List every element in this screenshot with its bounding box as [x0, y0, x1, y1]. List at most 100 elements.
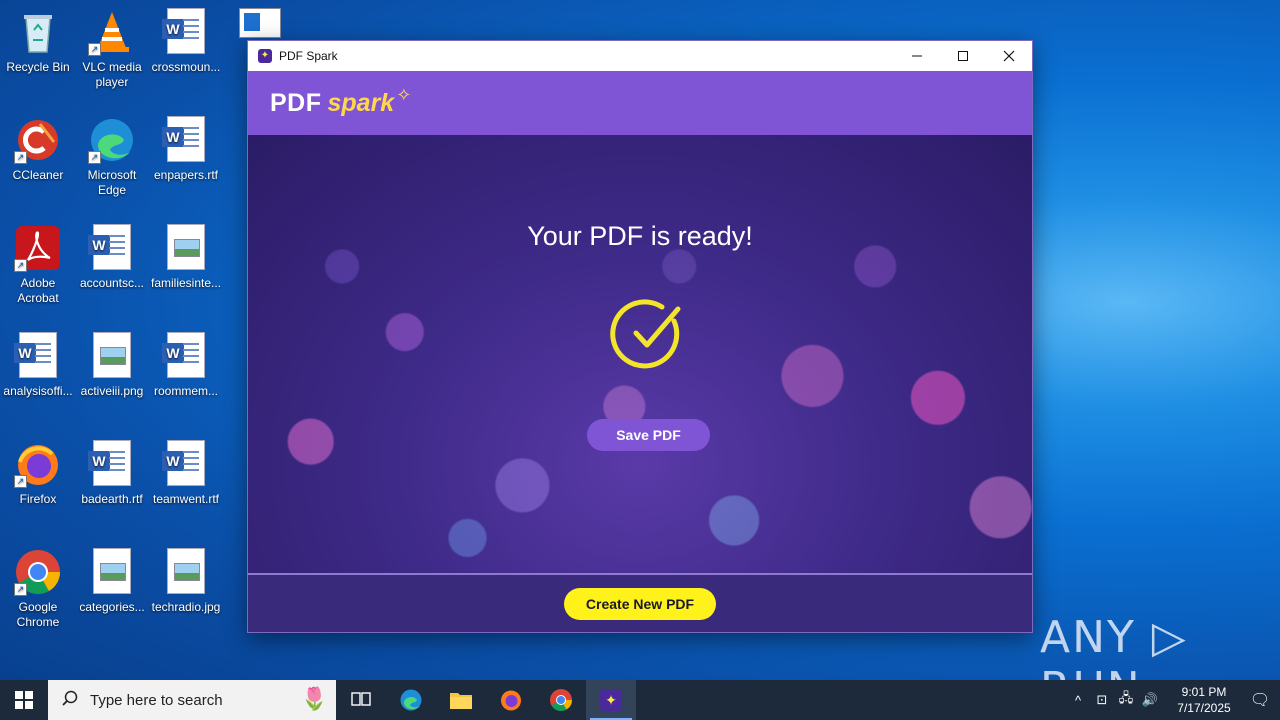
desktop-icon-teamwent[interactable]: teamwent.rtf — [148, 440, 224, 507]
taskbar-file-explorer[interactable] — [436, 680, 486, 720]
desktop-icon-ccleaner[interactable]: ↗ CCleaner — [0, 116, 76, 183]
word-document-icon — [88, 224, 136, 272]
shortcut-arrow-icon: ↗ — [14, 151, 27, 164]
window-footer: Create New PDF — [248, 573, 1032, 632]
pdf-spark-icon: ✦ — [600, 689, 622, 711]
chevron-up-icon[interactable]: ^ — [1066, 693, 1090, 708]
svg-text:✦: ✦ — [605, 693, 617, 709]
shortcut-arrow-icon: ↗ — [14, 475, 27, 488]
logo-spark-text: spark — [327, 88, 395, 117]
desktop-icon-label: activeiii.png — [80, 384, 144, 398]
close-button[interactable] — [986, 41, 1032, 71]
desktop-icon-google-chrome[interactable]: ↗ Google Chrome — [0, 548, 76, 630]
desktop-icon-categories[interactable]: categories... — [74, 548, 150, 615]
taskbar-search-box[interactable]: Type here to search 🌷 — [48, 680, 336, 720]
desktop-icon-recycle-bin[interactable]: Recycle Bin — [0, 8, 76, 75]
desktop-icon-label: categories... — [79, 600, 145, 614]
desktop-icon-label: analysisoffi... — [3, 384, 73, 398]
desktop-icon-familiesinte[interactable]: familiesinte... — [148, 224, 224, 291]
maximize-icon — [958, 51, 968, 61]
firefox-icon: ↗ — [14, 440, 62, 488]
minimize-icon — [912, 55, 922, 57]
desktop-icon-label: Google Chrome — [16, 600, 60, 629]
desktop-icon-label: Adobe Acrobat — [17, 276, 59, 305]
desktop-icon-badearth[interactable]: badearth.rtf — [74, 440, 150, 507]
notification-icon[interactable]: 🗨 — [1240, 690, 1280, 710]
pdf-spark-app-icon: ✦ — [258, 49, 272, 63]
recycle-bin-icon — [14, 8, 62, 56]
adobe-acrobat-icon: ↗ — [14, 224, 62, 272]
desktop-icon-accountsc[interactable]: accountsc... — [74, 224, 150, 291]
chrome-icon: ↗ — [14, 548, 62, 596]
image-file-icon — [88, 332, 136, 380]
folder-icon — [450, 693, 472, 709]
taskbar-edge[interactable] — [386, 680, 436, 720]
windows-logo-icon — [15, 691, 33, 709]
clock-time: 9:01 PM — [1181, 685, 1227, 699]
taskbar: Type here to search 🌷 ✦ ^ ⊡ 🖧 🔊 9:01 PM … — [0, 680, 1280, 720]
desktop-icon-label: familiesinte... — [150, 276, 222, 290]
taskbar-firefox[interactable] — [486, 680, 536, 720]
network-icon[interactable]: 🖧 — [1114, 689, 1138, 711]
desktop-icon-adobe-acrobat[interactable]: ↗ Adobe Acrobat — [0, 224, 76, 306]
result-stage: Your PDF is ready! Save PDF — [248, 135, 1032, 573]
search-icon — [62, 690, 78, 711]
desktop-icon-firefox[interactable]: ↗ Firefox — [0, 440, 76, 507]
taskbar-chrome[interactable] — [536, 680, 586, 720]
app-header: PDF spark ✧ — [248, 71, 1032, 135]
desktop-icon-label: VLC media player — [82, 60, 142, 89]
desktop-icon-techradio[interactable]: techradio.jpg — [148, 548, 224, 615]
meet-now-icon[interactable]: ⊡ — [1090, 692, 1114, 708]
search-placeholder: Type here to search — [90, 691, 223, 709]
firefox-icon — [501, 690, 521, 711]
edge-icon: ↗ — [88, 116, 136, 164]
sparkle-icon: ✧ — [396, 84, 412, 105]
maximize-button[interactable] — [940, 41, 986, 71]
desktop-icon-label: enpapers.rtf — [153, 168, 219, 182]
task-view-button[interactable] — [336, 680, 386, 720]
clock-date: 7/17/2025 — [1177, 701, 1231, 715]
vlc-cone-icon: ↗ — [88, 8, 136, 56]
word-document-icon — [162, 116, 210, 164]
flowers-decoration-icon: 🌷 — [300, 686, 328, 711]
minimize-button[interactable] — [894, 41, 940, 71]
desktop-icon-label: Firefox — [19, 492, 57, 506]
window-title: PDF Spark — [279, 49, 338, 63]
desktop-icon-label: crossmoun... — [151, 60, 221, 74]
taskbar-pdf-spark[interactable]: ✦ — [586, 680, 636, 720]
desktop-icon-label: badearth.rtf — [81, 492, 143, 506]
create-new-pdf-button[interactable]: Create New PDF — [564, 587, 716, 620]
desktop-icon-activeiii[interactable]: activeiii.png — [74, 332, 150, 399]
checkmark-circle-icon — [610, 297, 686, 373]
system-tray: ^ ⊡ 🖧 🔊 9:01 PM 7/17/2025 🗨 — [1066, 680, 1280, 720]
edge-icon — [400, 689, 422, 711]
shortcut-arrow-icon: ↗ — [14, 259, 27, 272]
desktop-icon-label: roommem... — [153, 384, 218, 398]
desktop-icon-roommem[interactable]: roommem... — [148, 332, 224, 399]
desktop-icon-label: accountsc... — [79, 276, 145, 290]
window-titlebar[interactable]: ✦ PDF Spark — [248, 41, 1032, 71]
desktop-icon-label: techradio.jpg — [151, 600, 221, 614]
desktop-icon-analysisoffi[interactable]: analysisoffi... — [0, 332, 76, 399]
image-file-icon — [88, 548, 136, 596]
taskbar-clock[interactable]: 9:01 PM 7/17/2025 — [1168, 684, 1240, 716]
image-file-icon — [162, 548, 210, 596]
desktop-icon-label: CCleaner — [12, 168, 64, 182]
volume-icon[interactable]: 🔊 — [1138, 692, 1162, 708]
desktop-icon-label: Recycle Bin — [6, 60, 70, 74]
desktop-icon-vlc[interactable]: ↗ VLC media player — [74, 8, 150, 90]
shortcut-arrow-icon: ↗ — [88, 151, 101, 164]
logo-pdf-text: PDF — [270, 88, 322, 117]
start-button[interactable] — [0, 680, 48, 720]
ready-message: Your PDF is ready! — [527, 221, 753, 251]
pdf-spark-window: ✦ PDF Spark PDF spark ✧ Your PDF is read… — [247, 40, 1033, 633]
save-pdf-button[interactable]: Save PDF — [587, 419, 710, 451]
chrome-icon — [550, 689, 572, 711]
desktop-icon-crossmoun[interactable]: crossmoun... — [148, 8, 224, 75]
word-document-icon — [162, 440, 210, 488]
desktop-icon-microsoft-edge[interactable]: ↗ Microsoft Edge — [74, 116, 150, 198]
desktop-icon-enpapers[interactable]: enpapers.rtf — [148, 116, 224, 183]
image-file-icon — [162, 224, 210, 272]
word-document-icon — [162, 332, 210, 380]
word-document-icon — [14, 332, 62, 380]
